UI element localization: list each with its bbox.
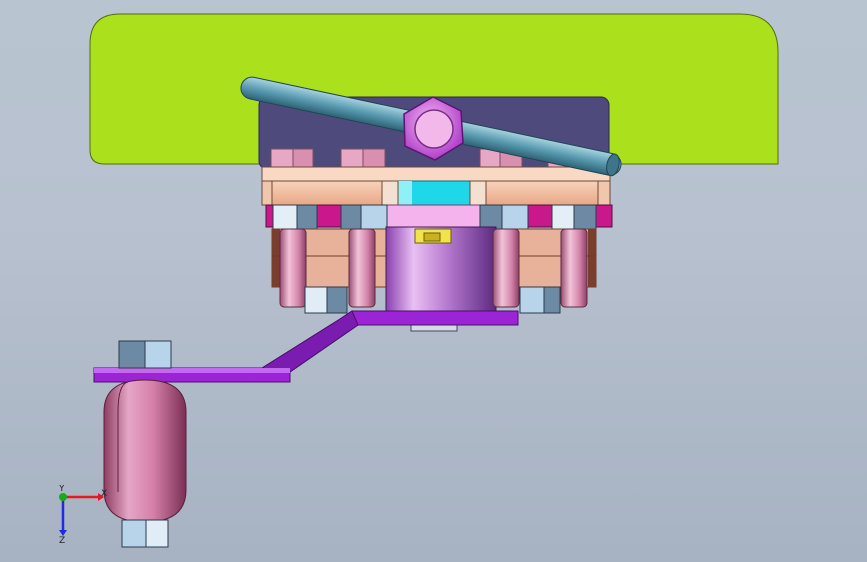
x-axis-label: X: [101, 489, 107, 499]
tank-bottom-nut: [121, 519, 169, 548]
flange-top: [261, 166, 611, 182]
y-axis-label: Y: [58, 485, 65, 494]
pressure-tank: [103, 379, 187, 523]
z-axis-label: Z: [59, 536, 65, 545]
axis-triad: X Y Z: [58, 485, 107, 545]
tank-top-nut: [118, 340, 172, 369]
cad-viewport[interactable]: X Y Z: [0, 0, 867, 562]
3d-model-view[interactable]: [0, 0, 867, 562]
y-axis-icon: [59, 493, 67, 501]
